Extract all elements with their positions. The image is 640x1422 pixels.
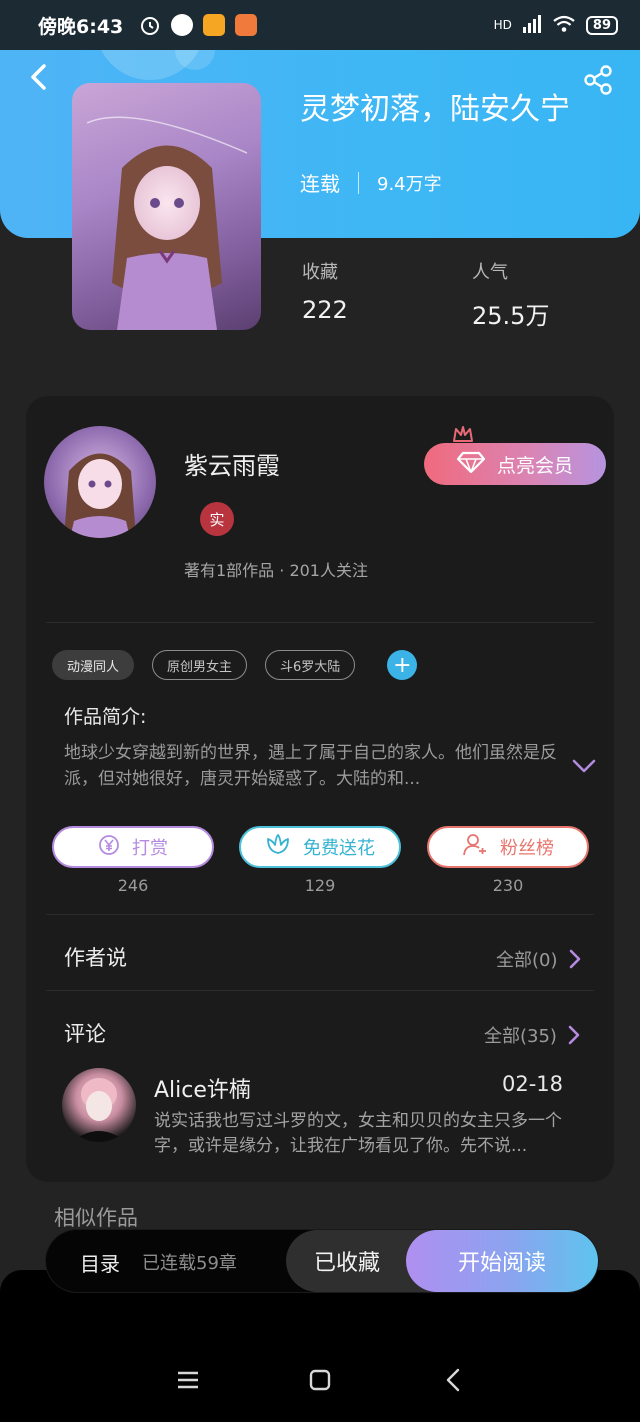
author-avatar[interactable] [44, 426, 156, 538]
book-title: 灵梦初落，陆安久宁 [300, 92, 570, 127]
vip-label: 点亮会员 [496, 454, 573, 477]
stat-value: 25.5万 [472, 302, 550, 330]
stat-label: 人气 [472, 262, 508, 283]
send-flower-label: 免费送花 [303, 838, 375, 859]
flower-icon [265, 833, 291, 862]
wifi-icon [552, 15, 576, 36]
tip-count: 246 [117, 876, 149, 895]
start-reading-button[interactable]: 开始阅读 [406, 1230, 598, 1292]
tag-chip[interactable]: 动漫同人 [52, 650, 135, 680]
battery-indicator: 89 [585, 15, 618, 35]
divider [46, 622, 594, 623]
intro-text: 地球少女穿越到新的世界，遇上了属于自己的家人。他们虽然是反派，但对她很好，唐灵开… [64, 743, 557, 789]
author-says-title: 作者说 [64, 946, 127, 970]
shop-app-icon [235, 14, 258, 36]
network-type: HD [493, 18, 512, 32]
divider [46, 990, 594, 991]
more-label: 全部(35) [484, 1026, 557, 1047]
comments-more-link[interactable]: 全部(35) [484, 1022, 581, 1048]
author-says-more-link[interactable]: 全部(0) [496, 946, 582, 972]
intro-heading: 作品简介: [64, 706, 147, 728]
home-square-icon[interactable] [306, 1366, 334, 1394]
crown-icon [453, 426, 473, 442]
more-label: 全部(0) [496, 950, 558, 971]
verified-badge: 实 [200, 502, 234, 536]
back-button[interactable] [24, 62, 54, 92]
tag-chip[interactable]: 斗6罗大陆 [265, 650, 356, 680]
serial-status: 连载 [300, 172, 340, 196]
similar-works-title: 相似作品 [54, 1206, 138, 1230]
author-info: 著有1部作品 · 201人关注 [184, 561, 368, 580]
divider [46, 914, 594, 915]
fan-ranking-button[interactable]: 粉丝榜 [427, 826, 589, 868]
send-flower-button[interactable]: 免费送花 [239, 826, 401, 868]
diamond-icon [456, 451, 486, 478]
word-count: 9.4万字 [377, 173, 442, 195]
share-button[interactable] [582, 64, 614, 96]
notes-app-icon [203, 14, 226, 36]
fan-ranking-label: 粉丝榜 [500, 838, 554, 859]
commenter-avatar[interactable] [62, 1068, 136, 1142]
alarm-icon [139, 14, 161, 36]
stat-label: 收藏 [302, 262, 338, 283]
tag-chip[interactable]: 原创男女主 [152, 650, 248, 680]
user-icon [462, 833, 488, 862]
tip-label: 打赏 [132, 838, 168, 859]
chapter-count[interactable]: 已连载59章 [142, 1249, 237, 1275]
book-meta: 连载 9.4万字 [300, 168, 442, 197]
flower-count: 129 [304, 876, 336, 895]
add-tag-button[interactable]: + [387, 650, 418, 680]
comment-text[interactable]: 说实话我也写过斗罗的文，女主和贝贝的女主只多一个字，或许是缘分，让我在广场看见了… [154, 1109, 574, 1159]
fan-count: 230 [492, 876, 524, 895]
vip-button[interactable]: 点亮会员 [424, 443, 606, 485]
comments-title: 评论 [64, 1022, 106, 1046]
bottom-nav-panel [0, 1270, 640, 1422]
stat-popularity: 人气 25.5万 [472, 258, 549, 331]
book-cover-image[interactable] [72, 83, 261, 330]
back-arrow-icon[interactable] [440, 1366, 468, 1394]
tag-list: 动漫同人 原创男女主 斗6罗大陆 + [52, 650, 418, 680]
status-bar: 傍晚6:43 HD 89 [0, 0, 640, 50]
commenter-name[interactable]: Alice许楠 [154, 1072, 251, 1104]
status-time: 傍晚6:43 [38, 15, 124, 38]
yen-icon [98, 834, 120, 861]
stat-favorites: 收藏 222 [302, 258, 348, 324]
comment-date: 02-18 [502, 1072, 564, 1096]
chevron-right-icon [568, 1025, 580, 1045]
tip-button[interactable]: 打赏 [52, 826, 214, 868]
signal-icon [522, 14, 542, 36]
toc-button[interactable]: 目录 [80, 1248, 120, 1277]
chevron-right-icon [569, 949, 580, 969]
menu-icon[interactable] [174, 1366, 202, 1394]
author-name[interactable]: 紫云雨霞 [184, 446, 280, 481]
expand-chevron-icon[interactable] [572, 758, 596, 774]
meta-divider [358, 171, 359, 194]
qq-icon [171, 14, 194, 36]
stat-value: 222 [302, 296, 348, 324]
